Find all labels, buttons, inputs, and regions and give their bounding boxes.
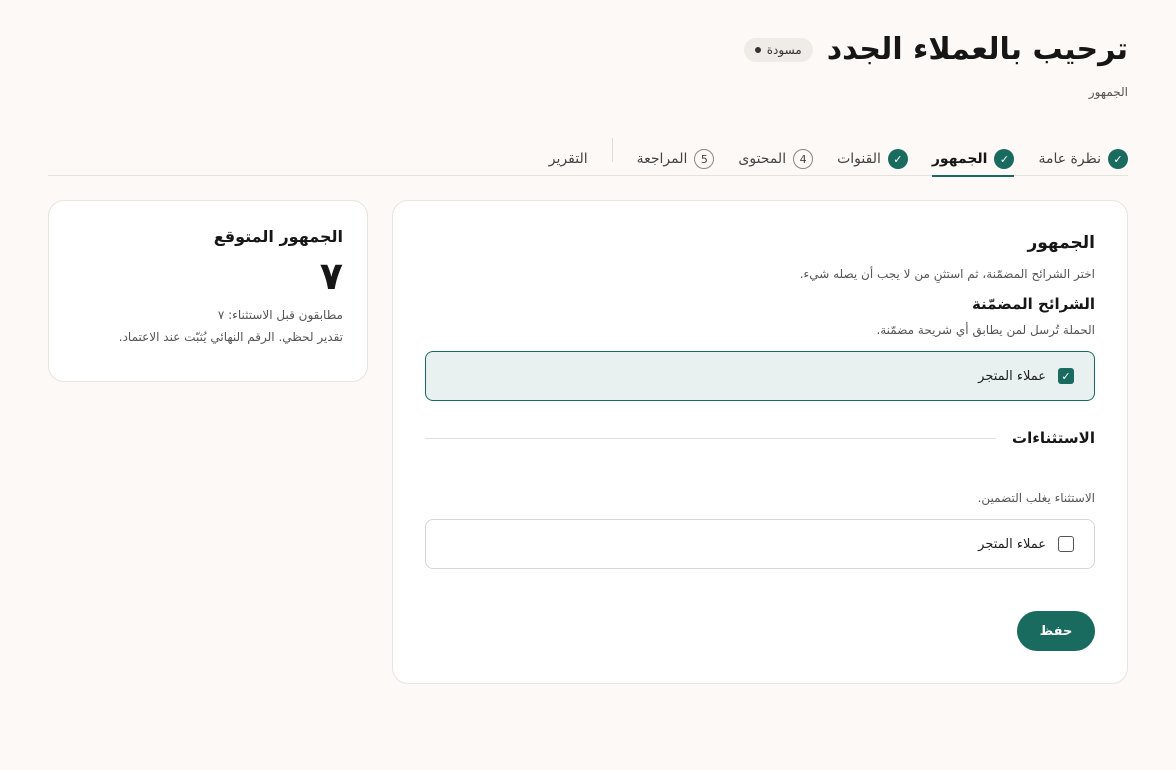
page-title: ترحيب بالعملاء الجدد bbox=[826, 32, 1128, 67]
tab-label: التقرير bbox=[548, 151, 588, 167]
check-icon: ✓ bbox=[994, 149, 1015, 169]
tab-label: المراجعة bbox=[636, 151, 688, 167]
expected-audience-card: الجمهور المتوقع ٧ مطابقون قبل الاستثناء:… bbox=[48, 200, 368, 382]
title-row: ترحيب بالعملاء الجدد مسودة bbox=[743, 32, 1128, 67]
checkbox-checked[interactable]: ✓ bbox=[1058, 368, 1074, 384]
excluded-segment-option[interactable]: عملاء المتجر bbox=[425, 519, 1095, 569]
tab-channels[interactable]: ✓ القنوات bbox=[837, 134, 908, 176]
step-number-badge: 5 bbox=[694, 149, 715, 169]
included-segments-description: الحملة تُرسل لمن يطابق أي شريحة مضمّنة. bbox=[876, 323, 1095, 337]
option-label: عملاء المتجر bbox=[978, 368, 1046, 384]
status-dot-icon bbox=[754, 46, 761, 53]
tab-label: نظرة عامة bbox=[1038, 151, 1101, 167]
tab-label: القنوات bbox=[837, 151, 881, 167]
check-icon: ✓ bbox=[1108, 149, 1128, 169]
exclusions-header: الاستثناءات bbox=[425, 429, 1095, 447]
tab-report[interactable]: التقرير bbox=[549, 134, 588, 176]
divider bbox=[425, 437, 997, 439]
included-segment-option[interactable]: ✓ عملاء المتجر bbox=[425, 351, 1095, 401]
tab-review[interactable]: 5 المراجعة bbox=[637, 134, 715, 176]
tabs-bar: ✓ نظرة عامة ✓ الجمهور ✓ القنوات 4 المحتو… bbox=[48, 134, 1128, 177]
expected-audience-title: الجمهور المتوقع bbox=[213, 227, 343, 246]
breadcrumb: الجمهور bbox=[1088, 85, 1128, 99]
tab-audience[interactable]: ✓ الجمهور bbox=[931, 134, 1015, 177]
expected-audience-count: ٧ bbox=[319, 254, 343, 298]
save-button[interactable]: حفظ bbox=[1017, 611, 1095, 651]
exclusions-title: الاستثناءات bbox=[1012, 429, 1095, 447]
option-label: عملاء المتجر bbox=[978, 536, 1046, 552]
step-number-badge: 4 bbox=[793, 149, 814, 169]
section-title: الجمهور bbox=[1027, 233, 1095, 253]
audience-card: الجمهور اختر الشرائح المضمّنة، ثم استثنِ… bbox=[392, 200, 1128, 684]
tab-divider bbox=[611, 138, 613, 162]
tab-content[interactable]: 4 المحتوى bbox=[738, 134, 814, 176]
status-badge-label: مسودة bbox=[766, 42, 802, 57]
included-segments-title: الشرائح المضمّنة bbox=[971, 295, 1095, 313]
tab-label: المحتوى bbox=[738, 151, 787, 167]
status-badge: مسودة bbox=[743, 37, 813, 62]
check-icon: ✓ bbox=[887, 149, 908, 169]
matched-before-exclusion: مطابقون قبل الاستثناء: ٧ bbox=[217, 307, 343, 322]
tab-label: الجمهور bbox=[931, 151, 988, 167]
estimate-note: تقدير لحظي. الرقم النهائي يُثبّت عند الا… bbox=[118, 329, 343, 344]
tab-overview[interactable]: ✓ نظرة عامة bbox=[1038, 134, 1128, 176]
exclusions-description: الاستثناء يغلب التضمين. bbox=[977, 491, 1095, 505]
checkbox-unchecked[interactable] bbox=[1058, 536, 1074, 552]
page: ترحيب بالعملاء الجدد مسودة الجمهور ✓ نظر… bbox=[0, 0, 1176, 770]
section-description: اختر الشرائح المضمّنة، ثم استثنِ من لا ي… bbox=[799, 267, 1095, 281]
